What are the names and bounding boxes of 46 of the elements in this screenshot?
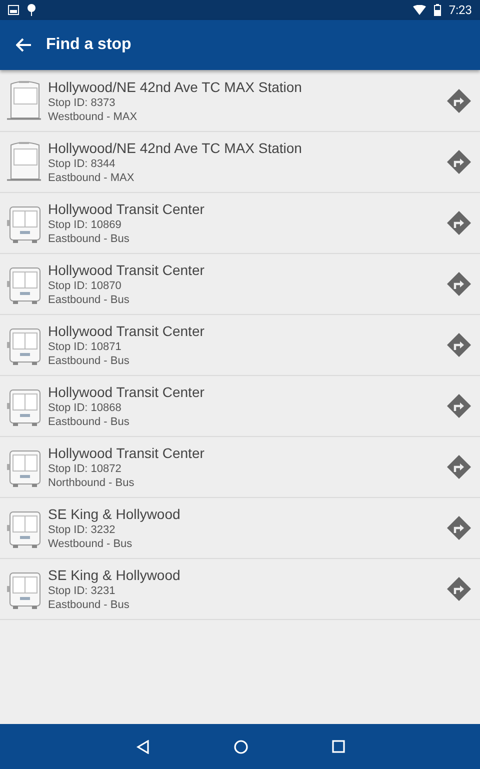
directions-icon[interactable] [446,88,472,114]
recents-nav-icon[interactable] [332,740,344,753]
directions-icon[interactable] [446,576,472,602]
stop-id: Stop ID: 10868 [48,402,122,414]
stop-direction: Eastbound - Bus [48,233,130,245]
stop-direction: Eastbound - Bus [48,355,130,367]
stop-name: Hollywood Transit Center [48,201,206,217]
stop-direction: Northbound - Bus [48,477,136,489]
wifi-icon [412,5,426,15]
stop-name: Hollywood Transit Center [48,384,206,400]
stop-direction: Eastbound - MAX [48,172,136,184]
picture-notification-icon [8,5,19,15]
stop-id: Stop ID: 10869 [48,219,122,231]
stop-id: Stop ID: 10871 [48,341,122,353]
home-nav-icon[interactable] [234,740,248,754]
stop-id: Stop ID: 3232 [48,524,116,536]
back-arrow-icon[interactable] [16,38,32,52]
stop-direction: Eastbound - Bus [48,599,130,611]
battery-icon [434,4,441,16]
directions-icon[interactable] [446,210,472,236]
stop-name: Hollywood/NE 42nd Ave TC MAX Station [48,79,303,95]
stop-id: Stop ID: 10870 [48,280,122,292]
back-nav-icon[interactable] [136,740,150,754]
directions-icon[interactable] [446,454,472,480]
stop-direction: Westbound - Bus [48,538,134,550]
stop-name: Hollywood Transit Center [48,323,206,339]
stop-direction: Westbound - MAX [48,111,138,123]
stop-id: Stop ID: 8373 [48,97,116,109]
stop-direction: Eastbound - Bus [48,294,130,306]
stop-id: Stop ID: 3231 [48,585,116,597]
stop-name: Hollywood Transit Center [48,445,206,461]
android-notification-icon [27,4,36,16]
stop-id: Stop ID: 10872 [48,463,122,475]
stop-name: SE King & Hollywood [48,506,182,522]
directions-icon[interactable] [446,332,472,358]
stop-name: Hollywood Transit Center [48,262,206,278]
directions-icon[interactable] [446,515,472,541]
stop-name: Hollywood/NE 42nd Ave TC MAX Station [48,140,303,156]
directions-icon[interactable] [446,393,472,419]
directions-icon[interactable] [446,271,472,297]
clock-time: 7:23 [448,3,472,17]
screen-title: Find a stop [46,36,132,54]
stop-id: Stop ID: 8344 [48,158,116,170]
directions-icon[interactable] [446,149,472,175]
stop-name: SE King & Hollywood [48,567,182,583]
stop-direction: Eastbound - Bus [48,416,130,428]
